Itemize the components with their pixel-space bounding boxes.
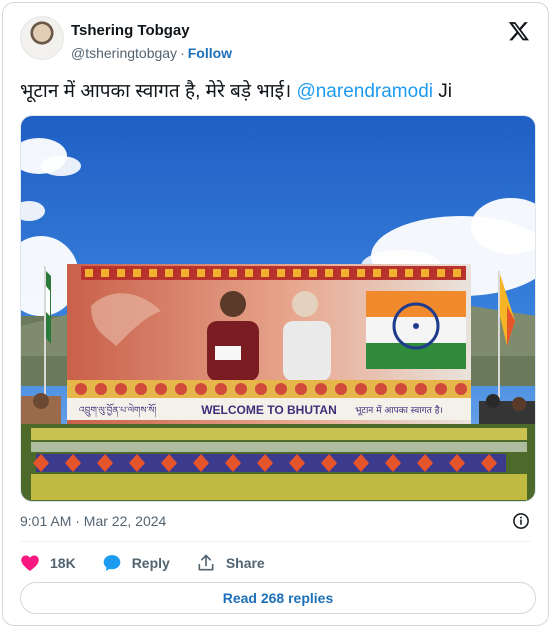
like-count: 18K [50, 555, 76, 571]
author-avatar[interactable] [20, 16, 64, 60]
share-icon [198, 554, 214, 571]
flower-dots [31, 428, 527, 500]
author-name[interactable]: Tshering Tobgay [71, 22, 190, 39]
banner-left-script: འབྲུག་ལུ་བྱོན་པ་ལེགས་སོ། [79, 403, 156, 418]
tweet-card: Tshering Tobgay @tsheringtobgay · Follow भ… [2, 2, 549, 626]
share-label: Share [225, 555, 265, 571]
tweet-timestamp[interactable]: 9:01 AM · Mar 22, 2024 [20, 513, 166, 529]
separator-dot: · [180, 45, 185, 61]
read-replies-button[interactable]: Read 268 replies [20, 582, 536, 614]
tweet-actions: 18K Reply Share [20, 551, 291, 575]
tweet-suffix: Ji [432, 81, 452, 102]
photo-scene: འབྲུག་ལུ་བྱོན་པ་ལེགས་སོ། WELCOME TO BHUT… [21, 116, 535, 501]
tweet-body: भूटान में आपका स्वागत है, मेरे बड़े भाई। [20, 81, 297, 102]
author-handle-row: @tsheringtobgay · Follow [71, 45, 232, 61]
share-button[interactable]: Share [196, 553, 265, 573]
author-handle[interactable]: @tsheringtobgay [71, 45, 177, 61]
tweet-photo[interactable]: འབྲུག་ལུ་བྱོན་པ་ལེགས་སོ། WELCOME TO BHUT… [20, 115, 536, 502]
banner-welcome-text: WELCOME TO BHUTAN [201, 403, 337, 417]
follow-button[interactable]: Follow [188, 45, 232, 61]
banner-right-script: भूटान में आपका स्वागत है। [355, 404, 443, 416]
reply-button[interactable]: Reply [102, 553, 170, 573]
mention-link[interactable]: @narendramodi [296, 81, 433, 102]
info-icon[interactable] [512, 512, 530, 530]
x-logo-icon[interactable] [508, 20, 530, 42]
like-button[interactable]: 18K [20, 553, 76, 573]
divider [20, 541, 531, 542]
tweet-text: भूटान में आपका स्वागत है, मेरे बड़े भाई।… [20, 79, 452, 105]
billboard: འབྲུག་ལུ་བྱོན་པ་ལེགས་སོ། WELCOME TO BHUT… [67, 264, 471, 424]
reply-bubble-icon [103, 555, 121, 571]
heart-icon [21, 555, 39, 571]
reply-label: Reply [131, 555, 170, 571]
